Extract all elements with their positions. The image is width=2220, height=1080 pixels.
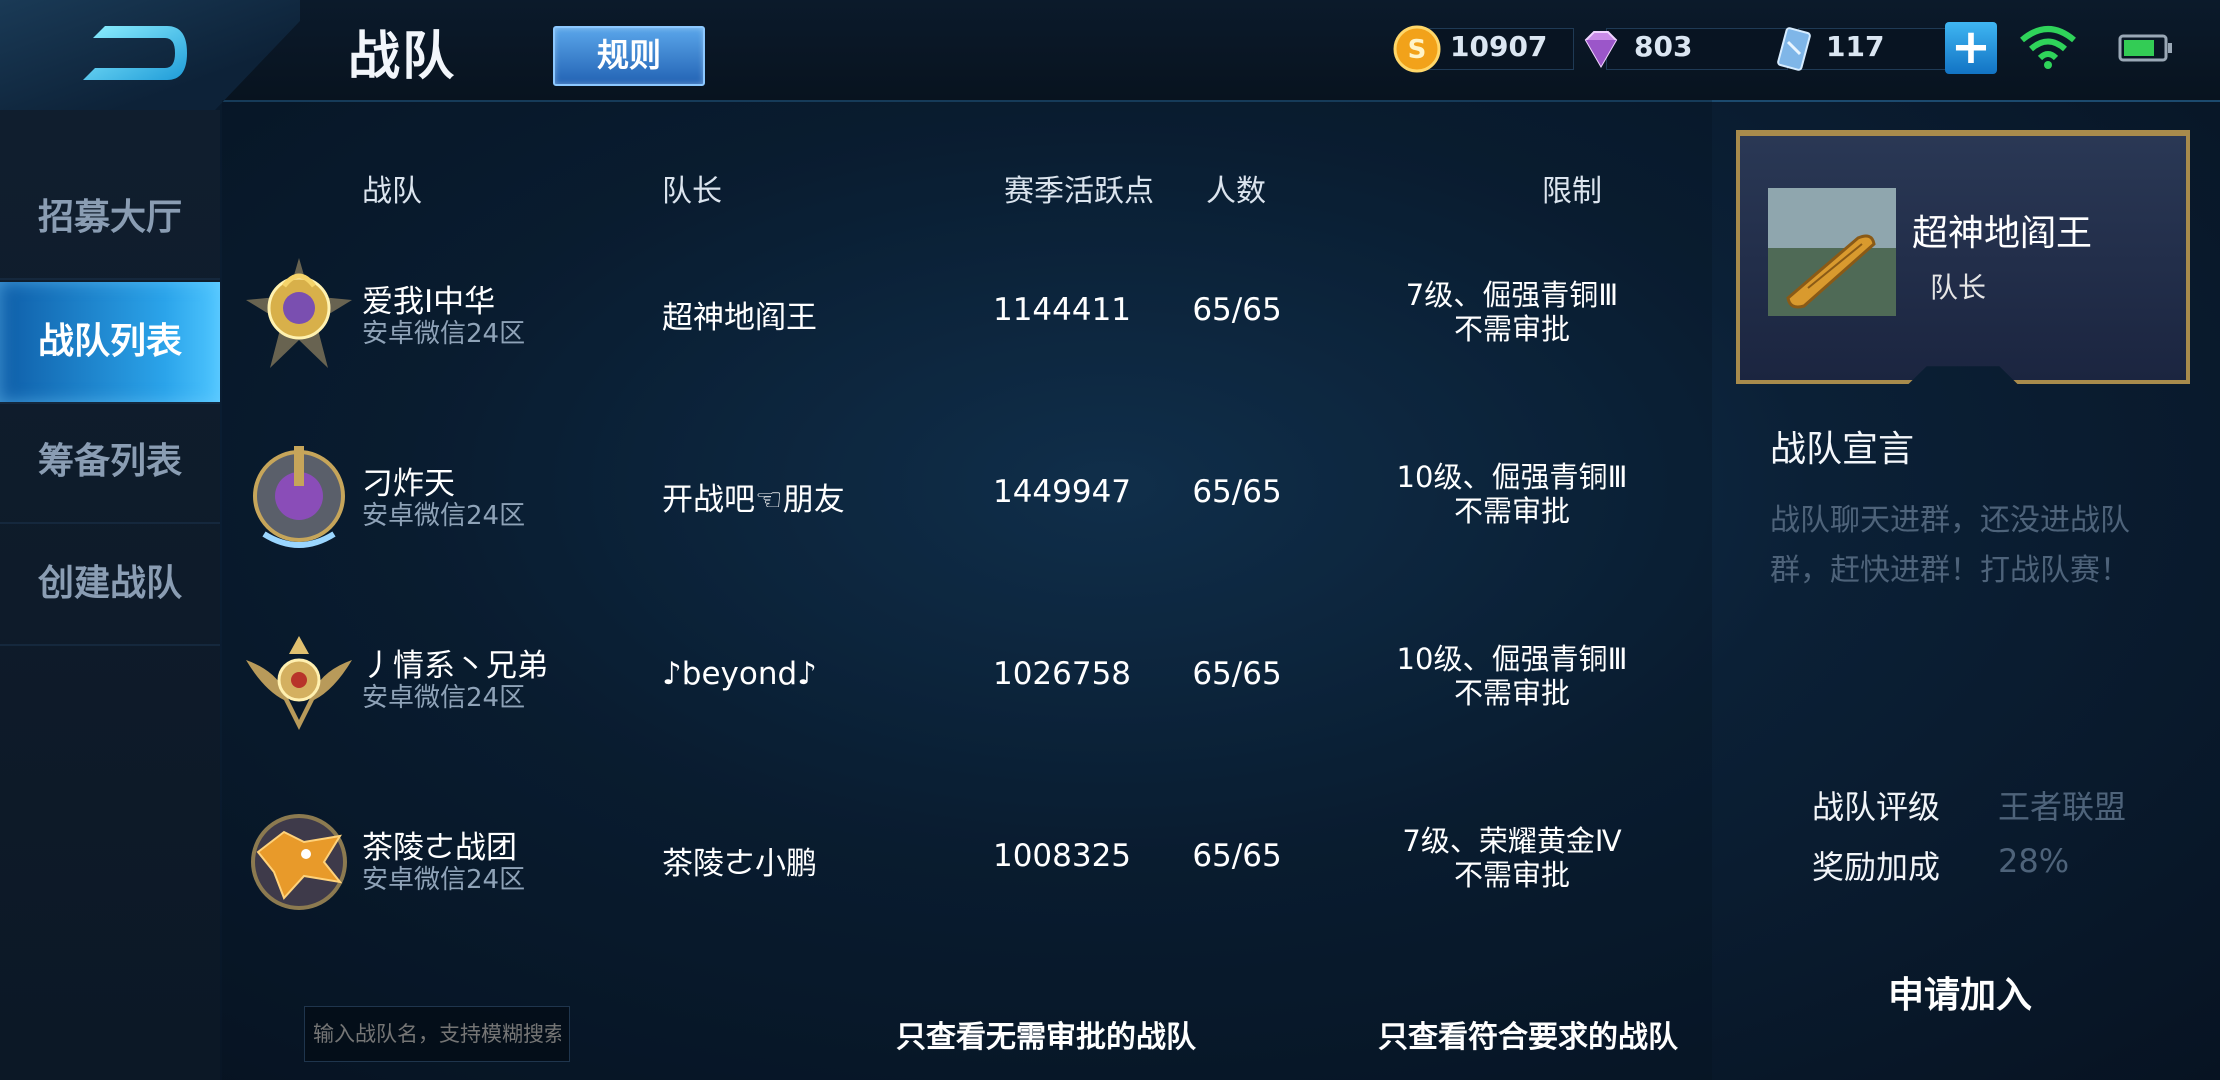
captain-role: 队长 bbox=[1930, 271, 1987, 304]
rules-button[interactable]: 规则 bbox=[553, 26, 705, 86]
team-server: 安卓微信24区 bbox=[362, 501, 526, 531]
team-limit-level: 10级、倔强青铜Ⅲ bbox=[1396, 460, 1628, 494]
page-title: 战队 bbox=[348, 27, 457, 87]
diamond-icon bbox=[1584, 31, 1618, 69]
team-members: 65/65 bbox=[1192, 656, 1282, 692]
voucher-value: 117 bbox=[1826, 30, 1885, 63]
team-points: 1449947 bbox=[992, 474, 1132, 510]
team-row[interactable]: 刁炸天 安卓微信24区 开战吧☜朋友 1449947 65/65 10级、倔强青… bbox=[222, 438, 1712, 620]
team-members: 65/65 bbox=[1192, 474, 1282, 510]
team-limit-approval: 不需审批 bbox=[1453, 858, 1570, 892]
team-limit-approval: 不需审批 bbox=[1453, 676, 1570, 710]
team-members: 65/65 bbox=[1192, 292, 1282, 328]
bonus-label: 奖励加成 bbox=[1812, 848, 1941, 886]
team-limit-approval: 不需审批 bbox=[1453, 312, 1570, 346]
column-header-points: 赛季活跃点 bbox=[1004, 174, 1154, 209]
sidebar-item-recruit-hall[interactable]: 招募大厅 bbox=[0, 158, 220, 280]
bonus-value: 28% bbox=[1998, 842, 2070, 880]
team-limit-level: 7级、倔强青铜Ⅲ bbox=[1405, 278, 1619, 312]
filter-no-approval-button[interactable]: 只查看无需审批的战队 bbox=[896, 1012, 1196, 1056]
add-resource-button[interactable]: + bbox=[1945, 22, 1997, 74]
sidebar-item-create-team[interactable]: 创建战队 bbox=[0, 524, 220, 646]
sidebar: 招募大厅 战队列表 筹备列表 创建战队 bbox=[0, 110, 220, 1080]
team-limit-level: 7级、荣耀黄金Ⅳ bbox=[1402, 824, 1622, 858]
captain-avatar[interactable] bbox=[1768, 188, 1896, 316]
column-header-limit: 限制 bbox=[1542, 174, 1602, 209]
top-bar: 战队 规则 S 10907 803 117 + bbox=[0, 0, 2220, 110]
team-limit: 10级、倔强青铜Ⅲ 不需审批 bbox=[1352, 642, 1672, 710]
team-row[interactable]: 丿情系丶兄弟 安卓微信24区 ♪beyond♪ 1026758 65/65 10… bbox=[222, 620, 1712, 802]
sidebar-item-team-list[interactable]: 战队列表 bbox=[0, 282, 220, 404]
team-points: 1026758 bbox=[992, 656, 1132, 692]
back-arrow-icon bbox=[83, 26, 187, 80]
svg-text:S: S bbox=[1408, 35, 1427, 65]
back-button[interactable] bbox=[0, 0, 300, 110]
column-header-team: 战队 bbox=[362, 174, 422, 209]
gold-coin-icon: S bbox=[1393, 25, 1441, 73]
team-limit-level: 10级、倔强青铜Ⅲ bbox=[1396, 642, 1628, 676]
team-limit-approval: 不需审批 bbox=[1453, 494, 1570, 528]
team-members: 65/65 bbox=[1192, 838, 1282, 874]
team-emblem-icon bbox=[246, 636, 352, 730]
team-row[interactable]: 爱我I中华 安卓微信24区 超神地阎王 1144411 65/65 7级、倔强青… bbox=[222, 256, 1712, 438]
sidebar-item-prep-list[interactable]: 筹备列表 bbox=[0, 402, 220, 524]
column-header-captain: 队长 bbox=[662, 174, 722, 209]
rating-label: 战队评级 bbox=[1812, 788, 1941, 826]
team-server: 安卓微信24区 bbox=[362, 683, 526, 713]
declaration-title: 战队宣言 bbox=[1770, 429, 1915, 470]
team-emblem-icon bbox=[253, 446, 345, 548]
team-points: 1008325 bbox=[992, 838, 1132, 874]
team-captain: 开战吧☜朋友 bbox=[662, 482, 845, 518]
team-limit: 7级、荣耀黄金Ⅳ 不需审批 bbox=[1352, 824, 1672, 892]
captain-name: 超神地阎王 bbox=[1912, 213, 2093, 254]
wifi-icon bbox=[2020, 26, 2076, 69]
team-server: 安卓微信24区 bbox=[362, 865, 526, 895]
diamond-value: 803 bbox=[1634, 30, 1693, 63]
voucher-card-icon bbox=[1777, 27, 1811, 71]
team-search-input[interactable] bbox=[304, 1006, 570, 1062]
team-emblem-icon bbox=[251, 814, 347, 910]
apply-join-button[interactable]: 申请加入 bbox=[1888, 966, 2032, 1018]
team-row[interactable]: 茶陵ㄜ战团 安卓微信24区 茶陵ㄜ小鹏 1008325 65/65 7级、荣耀黄… bbox=[222, 802, 1712, 984]
avatar-boat-image bbox=[1768, 188, 1896, 316]
filter-eligible-button[interactable]: 只查看符合要求的战队 bbox=[1378, 1012, 1678, 1056]
team-limit: 7级、倔强青铜Ⅲ 不需审批 bbox=[1352, 278, 1672, 346]
battery-icon bbox=[2118, 34, 2172, 62]
team-captain: 茶陵ㄜ小鹏 bbox=[662, 846, 817, 882]
team-limit: 10级、倔强青铜Ⅲ 不需审批 bbox=[1352, 460, 1672, 528]
team-detail-panel: 超神地阎王 队长 战队宣言 战队聊天进群，还没进战队群，赶快进群！打战队赛！ 战… bbox=[1712, 100, 2220, 1080]
team-server: 安卓微信24区 bbox=[362, 319, 526, 349]
gold-value: 10907 bbox=[1450, 30, 1548, 63]
declaration-text: 战队聊天进群，还没进战队群，赶快进群！打战队赛！ bbox=[1770, 503, 2130, 588]
rating-value: 王者联盟 bbox=[1998, 788, 2127, 826]
column-header-members: 人数 bbox=[1206, 174, 1266, 209]
team-list-panel: 战队 队长 赛季活跃点 人数 限制 爱我I中华 安卓微信24区 超神地阎王 11… bbox=[222, 100, 1712, 1080]
team-captain: 超神地阎王 bbox=[662, 300, 817, 336]
team-emblem-icon bbox=[246, 258, 352, 368]
team-captain: ♪beyond♪ bbox=[662, 656, 817, 692]
team-points: 1144411 bbox=[992, 292, 1132, 328]
